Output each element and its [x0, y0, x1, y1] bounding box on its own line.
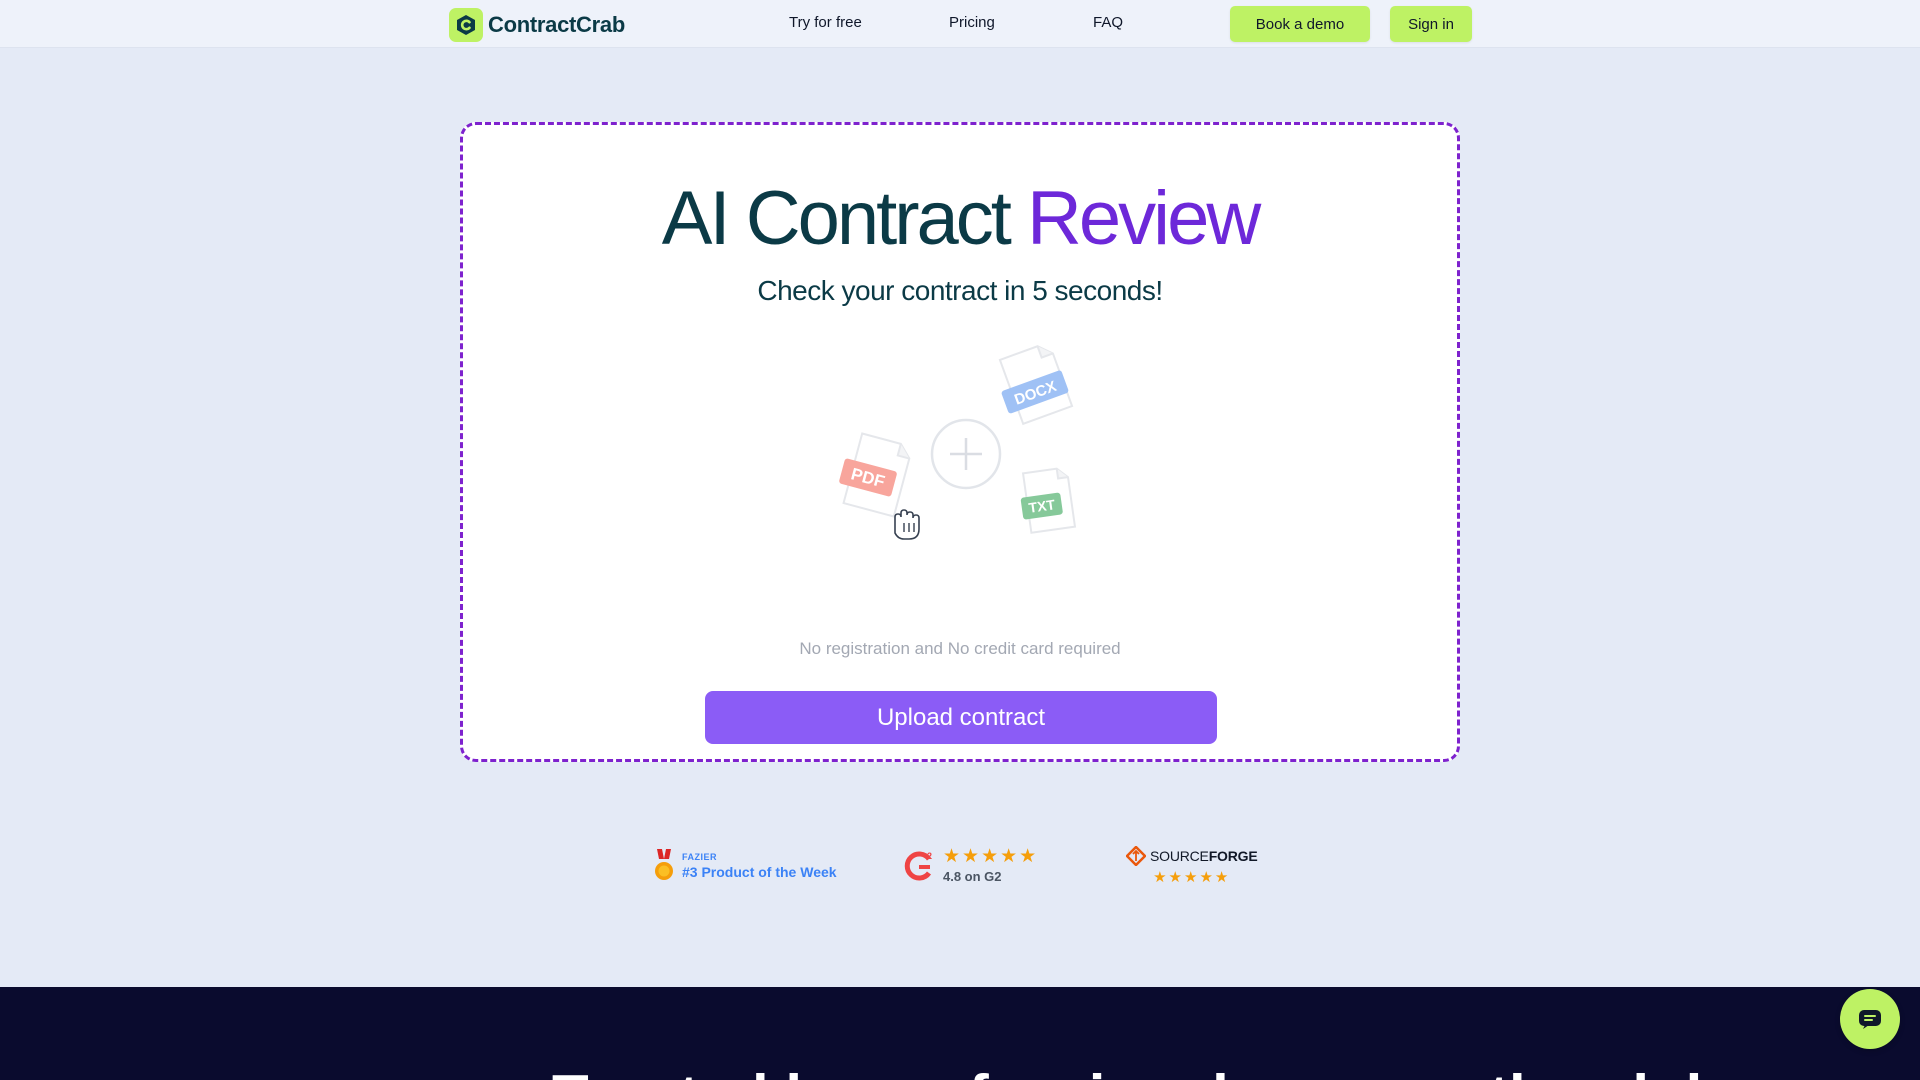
top-navigation: ContractCrab Try for free Pricing FAQ Bo… — [0, 0, 1920, 48]
nav-link-faq[interactable]: FAQ — [1093, 14, 1123, 31]
txt-file-icon: TXT — [1020, 467, 1077, 534]
nav-link-pricing[interactable]: Pricing — [949, 14, 995, 31]
book-demo-button[interactable]: Book a demo — [1230, 6, 1370, 42]
docx-file-icon: DOCX — [998, 345, 1074, 426]
pdf-file-icon: PDF — [839, 432, 911, 518]
brand-name: ContractCrab — [488, 12, 625, 37]
plus-circle-icon — [930, 418, 1002, 490]
upload-dropzone[interactable]: AI Contract Review Check your contract i… — [460, 122, 1460, 762]
page-title: AI Contract Review — [463, 175, 1457, 262]
sf-stars: ★★★★★ — [1153, 869, 1231, 886]
fazier-badge[interactable]: FAZIER #3 Product of the Week — [654, 849, 837, 883]
contractcrab-logo-icon — [449, 8, 483, 42]
chat-icon — [1859, 1010, 1881, 1029]
g2-stars: ★★★★★ — [943, 846, 1039, 867]
sourceforge-logo-icon — [1126, 846, 1146, 866]
sourceforge-logo: SOURCE FORGE — [1126, 846, 1258, 866]
sourceforge-badge[interactable]: SOURCE FORGE ★★★★★ — [1126, 846, 1258, 886]
brand-logo[interactable]: ContractCrab — [449, 8, 625, 42]
nav-link-try-for-free[interactable]: Try for free — [789, 14, 862, 31]
svg-text:2: 2 — [927, 851, 932, 861]
trusted-heading: Trusted by professionals across the glob… — [552, 1062, 1756, 1080]
fazier-label: FAZIER — [682, 852, 718, 862]
title-accent: Review — [1027, 176, 1261, 261]
page-subtitle: Check your contract in 5 seconds! — [757, 275, 1163, 306]
file-drop-illustration: DOCX PDF TXT — [820, 335, 1120, 585]
no-registration-note: No registration and No credit card requi… — [799, 639, 1121, 658]
title-main: AI Contract — [661, 176, 1028, 261]
g2-logo-icon: 2 — [904, 851, 932, 880]
fazier-award: #3 Product of the Week — [682, 864, 837, 880]
chat-widget-button[interactable] — [1840, 989, 1900, 1049]
trusted-section: Trusted by professionals across the glob… — [0, 987, 1920, 1080]
sf-source: SOURCE — [1150, 848, 1209, 864]
sf-forge: FORGE — [1208, 848, 1258, 864]
upload-contract-button[interactable]: Upload contract — [705, 691, 1217, 744]
g2-badge[interactable]: 2 ★★★★★ 4.8 on G2 — [903, 847, 1038, 884]
sign-in-button[interactable]: Sign in — [1390, 6, 1472, 42]
g2-rating: 4.8 on G2 — [943, 869, 1002, 884]
medal-icon — [655, 849, 673, 880]
hand-cursor-icon — [894, 509, 920, 540]
